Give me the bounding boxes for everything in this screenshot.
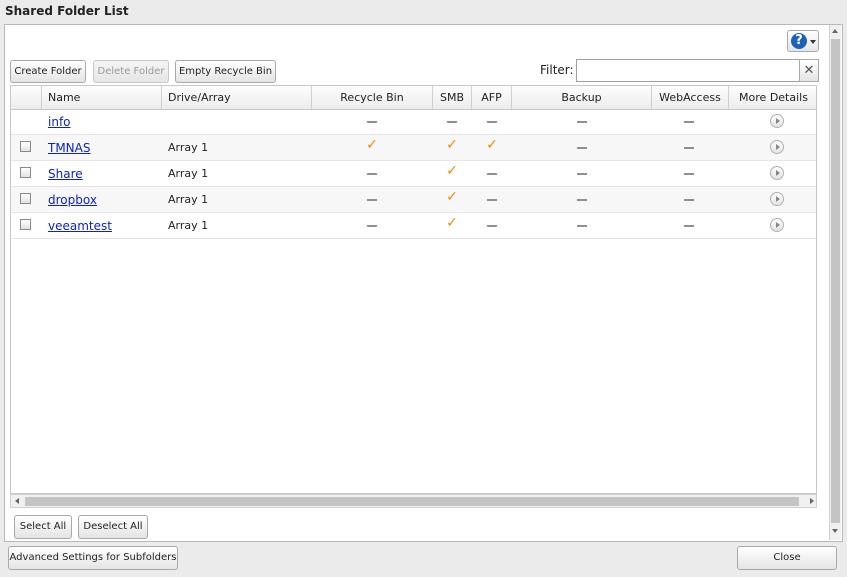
- table-row: dropbox Array 1 ✓: [11, 187, 816, 213]
- filter-label: Filter:: [540, 63, 574, 77]
- row-checkbox[interactable]: [20, 167, 31, 178]
- table-row: info: [11, 109, 816, 135]
- drive-cell: Array 1: [168, 193, 209, 206]
- column-header-afp[interactable]: AFP: [472, 86, 512, 109]
- dash-icon: [367, 121, 377, 123]
- check-icon: ✓: [446, 215, 458, 231]
- horizontal-scrollbar[interactable]: [10, 494, 817, 508]
- scrollbar-thumb[interactable]: [25, 497, 799, 506]
- dash-icon: [367, 173, 377, 175]
- dash-icon: [487, 225, 497, 227]
- shared-folder-panel: ? Create Folder Delete Folder Empty Recy…: [4, 24, 843, 542]
- play-circle-icon[interactable]: [770, 166, 784, 180]
- table-row: TMNAS Array 1 ✓ ✓ ✓: [11, 135, 816, 161]
- scrollbar-thumb[interactable]: [831, 39, 840, 523]
- row-checkbox[interactable]: [20, 141, 31, 152]
- row-checkbox[interactable]: [20, 193, 31, 204]
- create-folder-button[interactable]: Create Folder: [10, 60, 86, 83]
- scroll-left-icon[interactable]: [15, 498, 19, 504]
- dash-icon: [367, 199, 377, 201]
- play-circle-icon[interactable]: [770, 114, 784, 128]
- column-header-smb[interactable]: SMB: [433, 86, 472, 109]
- help-button[interactable]: ?: [787, 30, 819, 52]
- dash-icon: [577, 121, 587, 123]
- scroll-down-icon[interactable]: [832, 529, 838, 533]
- row-checkbox[interactable]: [20, 219, 31, 230]
- check-icon: ✓: [446, 189, 458, 205]
- play-circle-icon[interactable]: [770, 218, 784, 232]
- play-circle-icon[interactable]: [770, 140, 784, 154]
- dash-icon: [577, 173, 587, 175]
- close-icon[interactable]: ✕: [799, 59, 819, 82]
- deselect-all-button[interactable]: Deselect All: [78, 515, 148, 539]
- drive-cell: Array 1: [168, 219, 209, 232]
- chevron-down-icon: [810, 40, 816, 44]
- filter-input[interactable]: [576, 59, 805, 82]
- check-icon: ✓: [366, 137, 378, 153]
- dash-icon: [487, 173, 497, 175]
- column-header-backup[interactable]: Backup: [512, 86, 652, 109]
- folder-link-share[interactable]: Share: [48, 167, 83, 181]
- column-header-drive[interactable]: Drive/Array: [162, 86, 312, 109]
- window-title: Shared Folder List: [5, 4, 129, 18]
- folder-link-veeamtest[interactable]: veeamtest: [48, 219, 112, 233]
- table-row: Share Array 1 ✓: [11, 161, 816, 187]
- dash-icon: [447, 121, 457, 123]
- folder-link-dropbox[interactable]: dropbox: [48, 193, 97, 207]
- drive-cell: Array 1: [168, 167, 209, 180]
- dash-icon: [577, 199, 587, 201]
- header-checkbox-col: [11, 86, 42, 109]
- scroll-up-icon[interactable]: [832, 29, 838, 33]
- delete-folder-button[interactable]: Delete Folder: [93, 60, 169, 83]
- check-icon: ✓: [486, 137, 498, 153]
- question-circle-icon: ?: [791, 33, 807, 49]
- empty-recycle-bin-button[interactable]: Empty Recycle Bin: [175, 60, 276, 83]
- dash-icon: [684, 121, 694, 123]
- vertical-scrollbar[interactable]: [829, 25, 841, 540]
- drive-cell: Array 1: [168, 141, 209, 154]
- dash-icon: [577, 147, 587, 149]
- column-header-more-details[interactable]: More Details: [729, 86, 816, 109]
- dash-icon: [684, 173, 694, 175]
- dash-icon: [684, 225, 694, 227]
- advanced-settings-button[interactable]: Advanced Settings for Subfolders: [8, 546, 178, 570]
- folder-link-info[interactable]: info: [48, 115, 71, 129]
- column-header-name[interactable]: Name: [42, 86, 162, 109]
- folder-table: Name Drive/Array Recycle Bin SMB AFP Bac…: [10, 85, 817, 494]
- dash-icon: [684, 199, 694, 201]
- play-circle-icon[interactable]: [770, 192, 784, 206]
- dash-icon: [487, 199, 497, 201]
- close-button[interactable]: Close: [737, 546, 837, 570]
- scroll-right-icon[interactable]: [810, 498, 814, 504]
- table-header: Name Drive/Array Recycle Bin SMB AFP Bac…: [11, 86, 816, 110]
- dash-icon: [577, 225, 587, 227]
- check-icon: ✓: [446, 163, 458, 179]
- table-row: veeamtest Array 1 ✓: [11, 213, 816, 239]
- dash-icon: [684, 147, 694, 149]
- dash-icon: [367, 225, 377, 227]
- column-header-recycle-bin[interactable]: Recycle Bin: [312, 86, 433, 109]
- column-header-webaccess[interactable]: WebAccess: [652, 86, 729, 109]
- check-icon: ✓: [446, 137, 458, 153]
- select-all-button[interactable]: Select All: [14, 515, 72, 539]
- folder-link-tmnas[interactable]: TMNAS: [48, 141, 91, 155]
- dash-icon: [487, 121, 497, 123]
